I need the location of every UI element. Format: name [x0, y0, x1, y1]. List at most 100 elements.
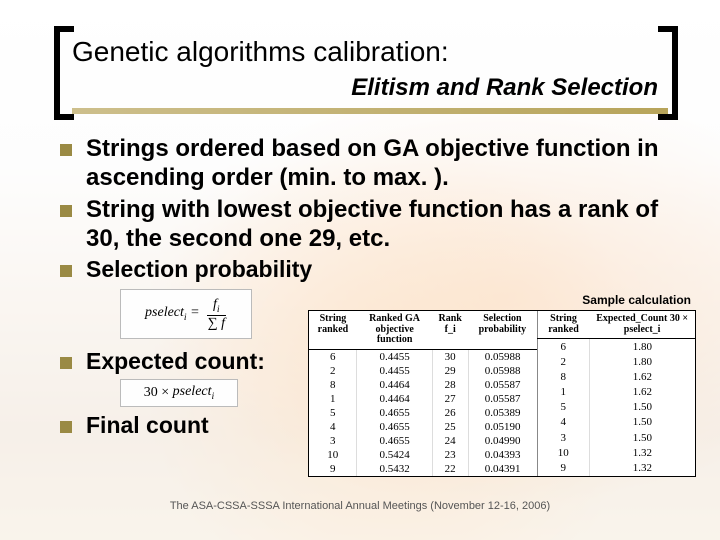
- table-cell: 1.32: [589, 460, 695, 475]
- table-cell: 10: [309, 448, 357, 462]
- table-cell: 1.80: [589, 354, 695, 369]
- table-row: 31.50: [537, 430, 695, 445]
- square-bullet-icon: [60, 357, 72, 369]
- bullet-3-text: Selection probability: [86, 255, 312, 283]
- colA-1: Ranked GA objective function: [357, 311, 432, 349]
- table-cell: 0.4464: [357, 378, 432, 392]
- table-cell: 0.4464: [357, 392, 432, 406]
- table-cell: 1.32: [589, 445, 695, 460]
- table-cell: 8: [537, 369, 589, 384]
- table-cell: 1.50: [589, 415, 695, 430]
- table-cell: 0.4655: [357, 420, 432, 434]
- table-cell: 3: [537, 430, 589, 445]
- title-underline: [72, 108, 668, 114]
- footer-text: The ASA-CSSA-SSSA International Annual M…: [0, 500, 720, 512]
- table-cell: 1.50: [589, 430, 695, 445]
- table-cell: 30: [432, 349, 468, 364]
- table-cell: 8: [309, 378, 357, 392]
- colA-0: String ranked: [309, 311, 357, 349]
- table-row: 11.62: [537, 385, 695, 400]
- table-cell: 1.62: [589, 369, 695, 384]
- table-row: 100.5424230.04393: [309, 448, 537, 462]
- table-cell: 0.4455: [357, 349, 432, 364]
- bullet-1-text: Strings ordered based on GA objective fu…: [86, 134, 686, 193]
- table-row: 60.4455300.05988: [309, 349, 537, 364]
- table-cell: 1: [309, 392, 357, 406]
- table-right: String ranked Expected_Count 30 × pselec…: [537, 311, 695, 476]
- table-cell: 1: [537, 385, 589, 400]
- table-cell: 0.4655: [357, 434, 432, 448]
- table-cell: 5: [309, 406, 357, 420]
- table-row: 10.4464270.05587: [309, 392, 537, 406]
- formula2-sub: i: [212, 391, 215, 402]
- formula-lhs: pselect: [145, 305, 184, 320]
- table-cell: 0.04990: [468, 434, 537, 448]
- table-row: 51.50: [537, 400, 695, 415]
- colB-1: Expected_Count 30 × pselect_i: [589, 311, 695, 339]
- table-cell: 6: [537, 339, 589, 355]
- bullet-4-text: Expected count:: [86, 347, 265, 375]
- table-row: 21.80: [537, 354, 695, 369]
- sample-calculation-panel: Sample calculation String ranked Ranked …: [308, 310, 696, 477]
- table-cell: 2: [537, 354, 589, 369]
- table-cell: 2: [309, 364, 357, 378]
- table-cell: 9: [309, 462, 357, 476]
- colB-0: String ranked: [537, 311, 589, 339]
- slide-subtitle: Elitism and Rank Selection: [72, 68, 668, 102]
- formula-den: ∑ f: [206, 316, 227, 332]
- table-left-head: String ranked Ranked GA objective functi…: [309, 311, 537, 349]
- table-cell: 1.62: [589, 385, 695, 400]
- table-cell: 0.5424: [357, 448, 432, 462]
- formula-expected-count: 30 × pselecti: [120, 379, 238, 407]
- table-cell: 0.05190: [468, 420, 537, 434]
- table-cell: 0.05389: [468, 406, 537, 420]
- table-cell: 28: [432, 378, 468, 392]
- table-row: 80.4464280.05587: [309, 378, 537, 392]
- table-cell: 4: [537, 415, 589, 430]
- table-cell: 4: [309, 420, 357, 434]
- table-cell: 25: [432, 420, 468, 434]
- table-row: 40.4655250.05190: [309, 420, 537, 434]
- bullet-5-text: Final count: [86, 411, 209, 439]
- formula-num-sub: i: [217, 304, 220, 315]
- table-cell: 0.05988: [468, 349, 537, 364]
- square-bullet-icon: [60, 144, 72, 156]
- table-cell: 9: [537, 460, 589, 475]
- colA-2: Rank f_i: [432, 311, 468, 349]
- table-row: 61.80: [537, 339, 695, 355]
- table-left: String ranked Ranked GA objective functi…: [309, 311, 537, 476]
- table-row: 50.4655260.05389: [309, 406, 537, 420]
- slide-header: Genetic algorithms calibration: Elitism …: [0, 0, 720, 120]
- table-cell: 27: [432, 392, 468, 406]
- bullet-3: Selection probability: [60, 255, 686, 283]
- table-cell: 0.05587: [468, 392, 537, 406]
- table-row: 20.4455290.05988: [309, 364, 537, 378]
- colA-3: Selection probability: [468, 311, 537, 349]
- table-cell: 0.04391: [468, 462, 537, 476]
- table-cell: 3: [309, 434, 357, 448]
- table-row: 90.5432220.04391: [309, 462, 537, 476]
- table-cell: 0.4655: [357, 406, 432, 420]
- table-cell: 26: [432, 406, 468, 420]
- table-cell: 0.5432: [357, 462, 432, 476]
- table-row: 91.32: [537, 460, 695, 475]
- table-cell: 0.4455: [357, 364, 432, 378]
- formula2-coeff: 30 ×: [144, 385, 169, 401]
- table-cell: 22: [432, 462, 468, 476]
- table-cell: 0.04393: [468, 448, 537, 462]
- table-cell: 1.80: [589, 339, 695, 355]
- square-bullet-icon: [60, 265, 72, 277]
- table-row: 41.50: [537, 415, 695, 430]
- table-cell: 0.05587: [468, 378, 537, 392]
- formula-pselect: pselecti = fi ∑ f: [120, 289, 252, 339]
- table-row: 101.32: [537, 445, 695, 460]
- table-row: 81.62: [537, 369, 695, 384]
- bullet-2-text: String with lowest objective function ha…: [86, 195, 686, 254]
- formula-lhs-sub: i: [184, 312, 187, 323]
- table-right-head: String ranked Expected_Count 30 × pselec…: [537, 311, 695, 339]
- table-cell: 23: [432, 448, 468, 462]
- square-bullet-icon: [60, 205, 72, 217]
- table-cell: 24: [432, 434, 468, 448]
- table-row: 30.4655240.04990: [309, 434, 537, 448]
- table-cell: 10: [537, 445, 589, 460]
